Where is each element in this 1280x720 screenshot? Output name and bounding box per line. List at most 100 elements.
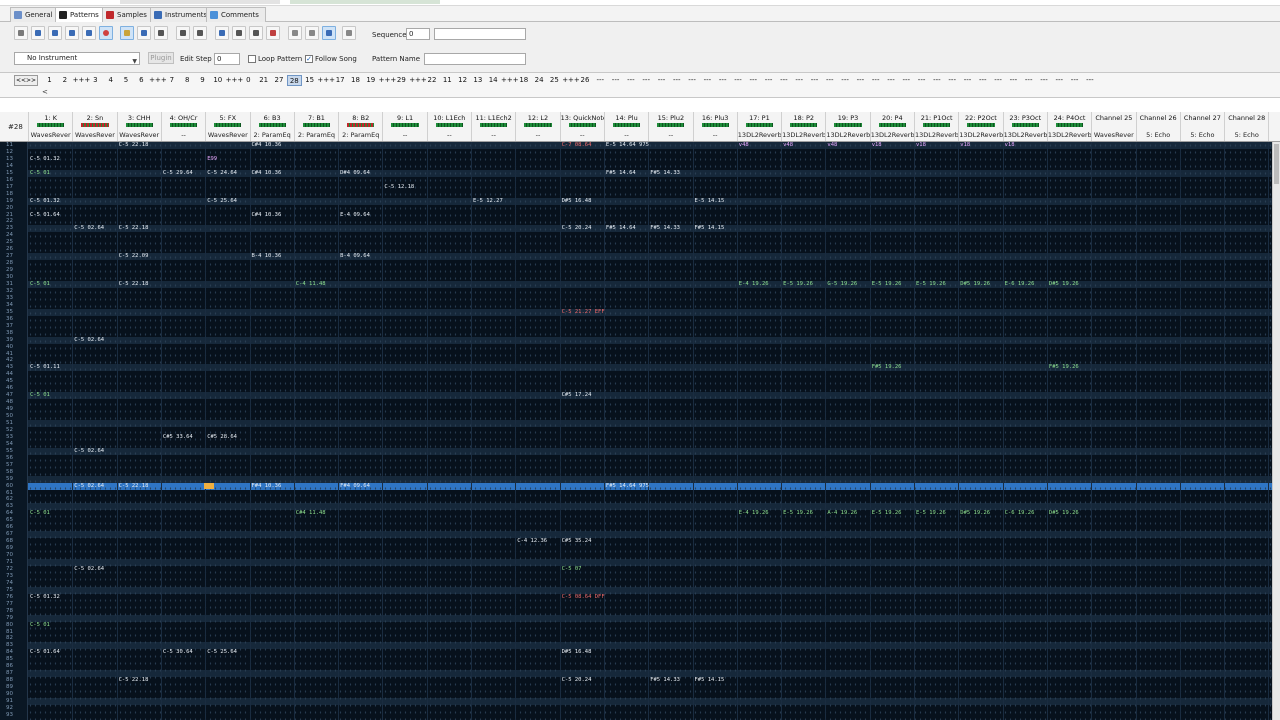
order-item[interactable]: 3: [88, 75, 103, 86]
note-cell[interactable]: C-5 01.32: [30, 156, 60, 163]
note-cell[interactable]: F#4 10.36: [252, 483, 282, 490]
order-item[interactable]: 12: [455, 75, 470, 86]
note-cut-button[interactable]: [305, 26, 319, 40]
channel-header[interactable]: 11: L1Ech2 --: [471, 112, 515, 141]
order-item[interactable]: ---: [1037, 75, 1052, 86]
order-item[interactable]: 22: [425, 75, 440, 86]
channel-plugin[interactable]: C: [1269, 131, 1280, 139]
order-item[interactable]: +++: [409, 75, 427, 86]
note-cell[interactable]: D#5 19.26: [960, 510, 990, 517]
play-row-button[interactable]: [82, 26, 96, 40]
channel-header[interactable]: 8: B2 2: ParamEq: [338, 112, 382, 141]
order-item[interactable]: 19: [363, 75, 378, 86]
tab-general[interactable]: General: [10, 7, 60, 22]
order-item[interactable]: 0: [241, 75, 256, 86]
note-cell[interactable]: C-5 01: [30, 622, 50, 629]
order-item[interactable]: ---: [991, 75, 1006, 86]
note-cell[interactable]: C-5 02.64: [74, 225, 104, 232]
note-cell[interactable]: C#5 17.24: [562, 392, 592, 399]
note-cell[interactable]: C-5 07: [562, 566, 582, 573]
channel-plugin[interactable]: 5: Echo: [1181, 131, 1224, 139]
channel-header[interactable]: Channel 28 5: Echo: [1224, 112, 1268, 141]
note-cell[interactable]: C#4 10.36: [252, 142, 282, 149]
note-cell[interactable]: C-5 30.64: [163, 649, 193, 656]
channel-plugin[interactable]: 13DL2Reverb: [959, 131, 1002, 139]
order-item[interactable]: 7: [164, 75, 179, 86]
note-cell[interactable]: B-4 09.64: [340, 253, 370, 260]
note-fade-button[interactable]: [322, 26, 336, 40]
note-cell[interactable]: C-7 08.64: [562, 142, 592, 149]
order-item[interactable]: 27: [272, 75, 287, 86]
note-cell[interactable]: E-5 14.15: [695, 198, 725, 205]
note-cell[interactable]: C-5 02.64: [74, 483, 104, 490]
order-item[interactable]: +++: [73, 75, 91, 86]
note-cell[interactable]: v18: [872, 142, 882, 149]
sequence-spinner[interactable]: 0: [406, 28, 430, 40]
order-item[interactable]: 2: [57, 75, 72, 86]
loop-pattern-checkbox[interactable]: [248, 55, 256, 63]
order-item[interactable]: 4: [103, 75, 118, 86]
channel-plugin[interactable]: 2: ParamEq: [339, 131, 382, 139]
order-item[interactable]: 24: [532, 75, 547, 86]
note-cell[interactable]: C-5 22.18: [119, 225, 149, 232]
note-cell[interactable]: F#5 14.64 975: [606, 483, 649, 490]
pattern-up-button[interactable]: [31, 26, 45, 40]
parameter-control-button[interactable]: [342, 26, 356, 40]
note-cell[interactable]: F#4 09.64: [340, 483, 370, 490]
record-button[interactable]: [99, 26, 113, 40]
channel-plugin[interactable]: 2: ParamEq: [251, 131, 294, 139]
note-cell[interactable]: C-5 01: [30, 170, 50, 177]
order-item[interactable]: 9: [195, 75, 210, 86]
channel-plugin[interactable]: WavesRever: [73, 131, 116, 139]
channel-plugin[interactable]: 13DL2Reverb: [915, 131, 958, 139]
note-cell[interactable]: C-5 29.64: [163, 170, 193, 177]
note-cell[interactable]: D#5 16.48: [562, 198, 592, 205]
channel-header[interactable]: 20: P4 13DL2Reverb: [869, 112, 914, 141]
note-cell[interactable]: C-5 22.18: [119, 677, 149, 684]
note-cell[interactable]: E-5 12.27: [473, 198, 503, 205]
scrollbar-thumb[interactable]: [1274, 144, 1279, 184]
order-item[interactable]: ---: [868, 75, 883, 86]
order-item[interactable]: ---: [975, 75, 990, 86]
channel-header[interactable]: CC: [1268, 112, 1280, 141]
channel-header[interactable]: 4: OH/Cr --: [160, 112, 205, 141]
channel-header[interactable]: Channel 27 5: Echo: [1179, 112, 1224, 141]
channel-header[interactable]: 5: FX WavesRever: [205, 112, 249, 141]
note-cell[interactable]: F#5 14.15: [695, 225, 725, 232]
transpose-button[interactable]: [232, 26, 246, 40]
note-cell[interactable]: D#5 19.26: [1049, 510, 1079, 517]
order-item[interactable]: ---: [1082, 75, 1097, 86]
note-cell[interactable]: F#5 14.15: [695, 677, 725, 684]
note-cell[interactable]: G-5 19.26: [827, 281, 857, 288]
channel-plugin[interactable]: 5: Echo: [1225, 131, 1268, 139]
order-item[interactable]: 10: [210, 75, 225, 86]
note-cell[interactable]: C-5 01.64: [30, 212, 60, 219]
note-cell[interactable]: C-5 01.32: [30, 198, 60, 205]
note-cell[interactable]: C-5 01: [30, 281, 50, 288]
order-item[interactable]: ---: [945, 75, 960, 86]
note-cell[interactable]: C-5 02.64: [74, 448, 104, 455]
note-cell[interactable]: D#5 16.48: [562, 649, 592, 656]
note-cell[interactable]: C-5 24.64: [207, 170, 237, 177]
note-cell[interactable]: C-5 21.27 EFF: [562, 309, 605, 316]
note-cell[interactable]: C-5 01.11: [30, 364, 60, 371]
order-item[interactable]: 8: [180, 75, 195, 86]
note-cell[interactable]: C-5 01.32: [30, 594, 60, 601]
note-cell[interactable]: F#5 19.26: [1049, 364, 1079, 371]
order-item[interactable]: +++: [226, 75, 244, 86]
channel-plugin[interactable]: WavesRever: [1092, 131, 1135, 139]
channel-header[interactable]: Channel 26 5: Echo: [1135, 112, 1180, 141]
note-cell[interactable]: C-5 22.09: [119, 253, 149, 260]
channel-plugin[interactable]: --: [694, 131, 737, 139]
order-item[interactable]: ---: [623, 75, 638, 86]
order-item[interactable]: ---: [1067, 75, 1082, 86]
note-cell[interactable]: C-5 02.64: [74, 337, 104, 344]
note-cell[interactable]: E-5 19.26: [872, 281, 902, 288]
channel-header[interactable]: 18: P2 13DL2Reverb: [781, 112, 825, 141]
order-item[interactable]: ---: [822, 75, 837, 86]
channel-plugin[interactable]: --: [472, 131, 515, 139]
note-cell[interactable]: C-6 19.26: [1005, 510, 1035, 517]
pattern-grid[interactable]: 11 12 13 14 15 16 17 18 19 20 21 22 23 24 25 26 27 28 29 30…: [0, 142, 1272, 720]
order-item[interactable]: 6: [134, 75, 149, 86]
order-item[interactable]: 11: [440, 75, 455, 86]
